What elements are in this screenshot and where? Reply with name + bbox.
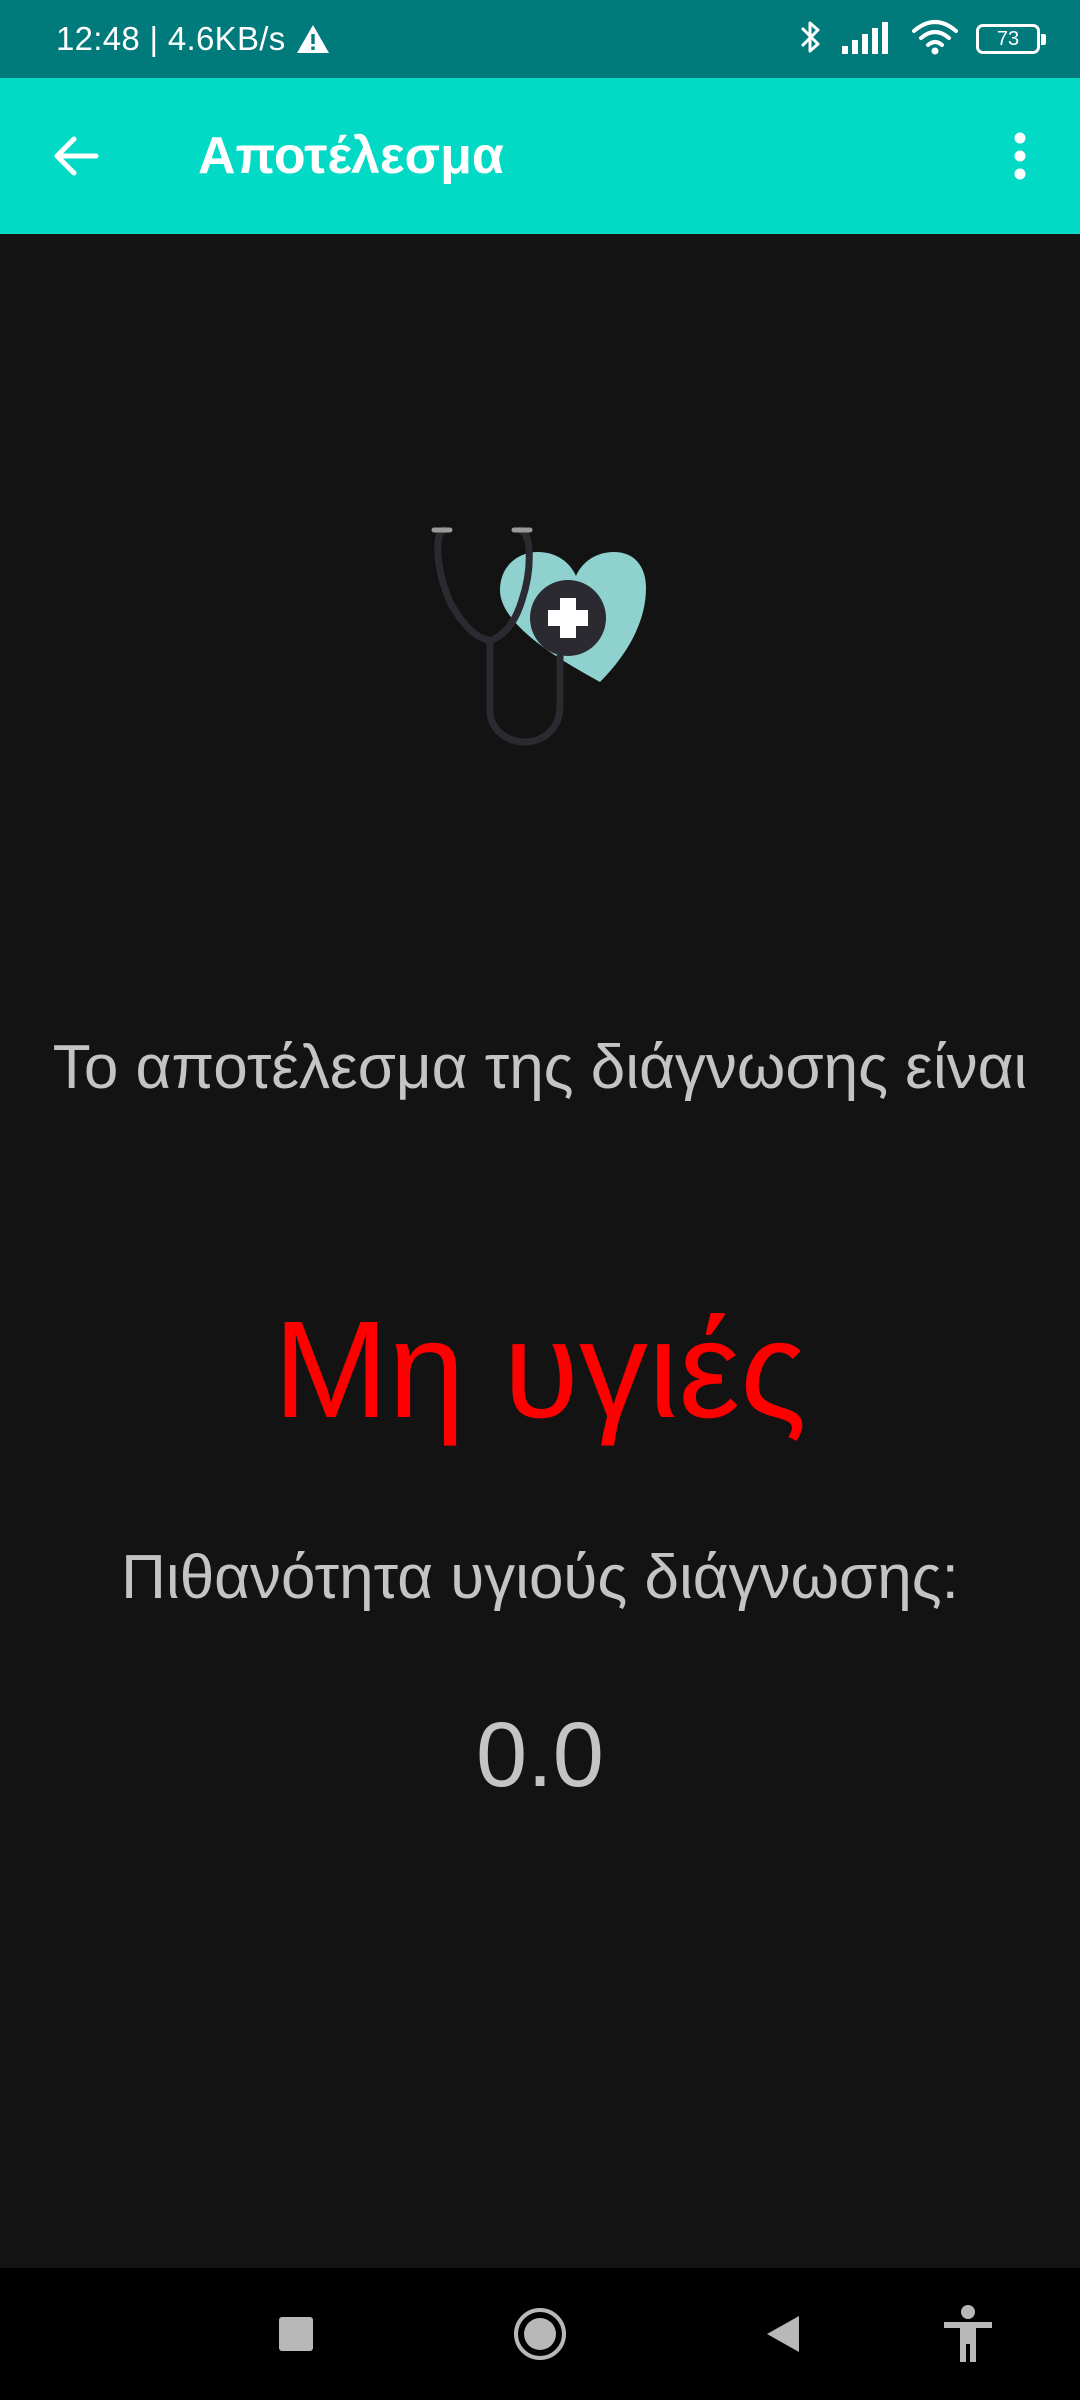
warning-icon: [296, 24, 330, 54]
back-button[interactable]: [36, 116, 116, 196]
recents-button[interactable]: [256, 2294, 336, 2374]
page-title: Αποτέλεσμα: [198, 127, 504, 185]
status-left: 12:48 | 4.6KB/s: [56, 0, 330, 78]
diagnosis-result: Μη υγιές: [273, 1293, 807, 1447]
bluetooth-icon: [798, 18, 824, 61]
navigation-bar: [0, 2268, 1080, 2400]
battery-level: 73: [996, 27, 1020, 50]
overflow-menu-button[interactable]: [980, 116, 1060, 196]
battery-icon: 73: [976, 24, 1046, 54]
wifi-icon: [912, 19, 958, 60]
home-circle-icon: [514, 2308, 566, 2360]
home-button[interactable]: [500, 2294, 580, 2374]
back-triangle-icon: [767, 2316, 799, 2352]
more-vertical-icon: [1014, 132, 1026, 180]
app-bar: Αποτέλεσμα: [0, 78, 1080, 234]
status-time-speed: 12:48 | 4.6KB/s: [56, 20, 286, 57]
back-nav-button[interactable]: [742, 2294, 822, 2374]
probability-value: 0.0: [476, 1704, 604, 1806]
screen: 12:48 | 4.6KB/s 73 Αποτέλεσμα Το αποτέλε…: [0, 0, 1080, 2400]
result-intro-text: Το αποτέλεσμα της διάγνωσης είναι: [52, 1033, 1028, 1102]
status-right: 73: [798, 0, 1046, 78]
recents-square-icon: [279, 2317, 313, 2351]
probability-label: Πιθανότητα υγιούς διάγνωσης:: [121, 1543, 959, 1612]
stethoscope-heart-icon: [420, 510, 660, 750]
status-bar: 12:48 | 4.6KB/s 73: [0, 0, 1080, 78]
signal-icon: [842, 20, 894, 59]
arrow-left-icon: [54, 136, 99, 176]
accessibility-button[interactable]: [928, 2294, 1008, 2374]
accessibility-icon: [944, 2305, 992, 2362]
